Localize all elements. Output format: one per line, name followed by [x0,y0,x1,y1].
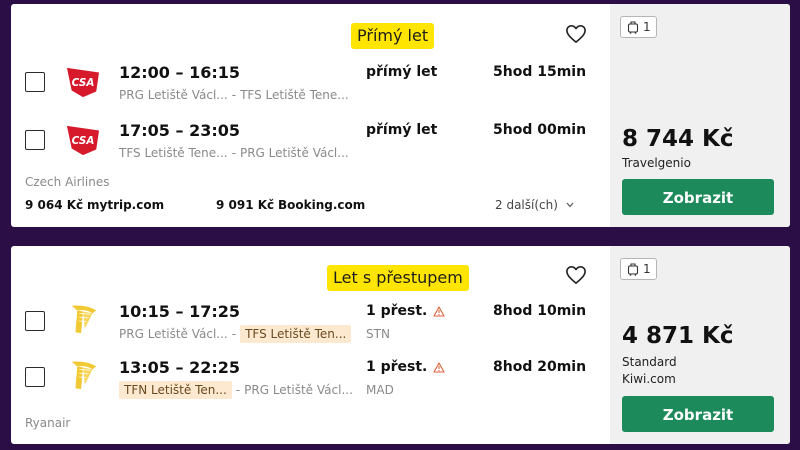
best-price: 4 871 Kč [622,323,734,349]
heart-outline-icon[interactable] [565,24,587,44]
stops-label: 1 přest. [366,359,445,375]
origin-airport: PRG Letiště Václ... [119,327,228,341]
route-separator: - [235,383,241,397]
flight-leg-return: 13:05 – 22:25 TFN Letiště Ten... - PRG L… [11,354,610,404]
flight-duration: 8hod 10min [493,303,587,319]
bag-count: 1 [643,20,651,34]
price-panel: 1 8 744 Kč Travelgenio Zobrazit [610,4,790,227]
flight-type-badge: Let s přestupem [327,265,469,291]
stops-text: přímý let [366,64,438,80]
csa-logo-icon: CSA [66,125,100,156]
flight-duration: 5hod 00min [493,122,587,138]
airline-name: Czech Airlines [25,175,110,189]
result-card-direct: Přímý let CSA 12:00 – 16:15 PRG Letiště … [11,4,790,227]
airport-route: PRG Letiště Václ... - TFS Letiště Ten... [119,325,352,343]
svg-text:CSA: CSA [72,77,95,89]
origin-airport: PRG Letiště Václ... [119,88,228,102]
flight-type-badge: Přímý let [351,23,435,49]
flight-leg-outbound: 10:15 – 17:25 PRG Letiště Václ... - TFS … [11,298,610,348]
origin-airport-highlight: TFN Letiště Ten... [119,381,232,399]
airport-route: PRG Letiště Václ... - TFS Letiště Tene..… [119,88,349,102]
airport-route: TFN Letiště Ten... - PRG Letiště Václ... [119,381,353,399]
warning-triangle-icon [433,305,445,317]
origin-airport: TFS Letiště Tene... [119,146,228,160]
stops-label: přímý let [366,122,437,138]
flight-leg-return: CSA 17:05 – 23:05 TFS Letiště Tene... - … [11,117,610,167]
alt-offer-1[interactable]: 9 064 Kč mytrip.com [25,198,164,212]
best-price: 8 744 Kč [622,126,734,152]
destination-airport: TFS Letiště Tene... [240,88,349,102]
route-separator: - [231,146,236,160]
view-deal-button[interactable]: Zobrazit [622,179,774,215]
price-provider: Travelgenio [622,156,691,170]
warning-triangle-icon [433,361,445,373]
bag-count: 1 [643,262,651,276]
destination-airport-highlight: TFS Letiště Ten... [240,325,352,343]
alt-offer-site: mytrip.com [87,198,165,212]
leg-checkbox[interactable] [25,311,45,331]
price-provider-fare: Standard [622,355,677,369]
csa-logo-icon: CSA [66,67,100,98]
view-deal-button[interactable]: Zobrazit [622,396,774,432]
destination-airport: PRG Letiště Václ... [239,146,349,160]
heart-outline-icon[interactable] [565,265,587,285]
layover-airport: STN [366,327,390,341]
alt-offer-price: 9 091 Kč [216,198,275,212]
chevron-down-icon [566,202,574,208]
price-provider: Kiwi.com [622,372,676,386]
airport-route: TFS Letiště Tene... - PRG Letiště Václ..… [119,146,349,160]
cabin-bag-icon [627,263,639,276]
airline-name: Ryanair [25,416,71,430]
more-offers-toggle[interactable]: 2 další(ch) [495,198,574,212]
more-offers-label: 2 další(ch) [495,198,558,212]
leg-checkbox[interactable] [25,72,45,92]
ryanair-harp-logo-icon [71,305,97,334]
alt-offer-2[interactable]: 9 091 Kč Booking.com [216,198,365,212]
price-panel: 1 4 871 Kč Standard Kiwi.com Zobrazit [610,246,790,444]
ryanair-harp-logo-icon [71,361,97,390]
stops-label: 1 přest. [366,303,445,319]
flight-times: 17:05 – 23:05 [119,121,240,140]
route-separator: - [231,88,237,102]
flight-duration: 8hod 20min [493,359,587,375]
flight-duration: 5hod 15min [493,64,587,80]
flight-times: 12:00 – 16:15 [119,63,240,82]
flight-times: 13:05 – 22:25 [119,358,240,377]
stops-label: přímý let [366,64,437,80]
flight-times: 10:15 – 17:25 [119,302,240,321]
destination-airport: PRG Letiště Václ... [244,383,353,397]
stops-text: 1 přest. [366,303,428,319]
alt-offer-price: 9 064 Kč [25,198,84,212]
stops-text: 1 přest. [366,359,428,375]
leg-checkbox[interactable] [25,130,45,150]
route-separator: - [231,327,237,341]
alt-offer-site: Booking.com [278,198,366,212]
leg-checkbox[interactable] [25,367,45,387]
flight-leg-outbound: CSA 12:00 – 16:15 PRG Letiště Václ... - … [11,59,610,109]
result-card-main: Přímý let CSA 12:00 – 16:15 PRG Letiště … [11,4,610,227]
stops-text: přímý let [366,122,438,138]
svg-text:CSA: CSA [72,135,95,147]
result-card-connecting: Let s přestupem 10:15 – 17:25 PRG Letišt… [11,246,790,444]
result-card-main: Let s přestupem 10:15 – 17:25 PRG Letišt… [11,246,610,444]
cabin-bag-icon [627,21,639,34]
cabin-bag-badge: 1 [620,258,657,280]
cabin-bag-badge: 1 [620,16,657,38]
layover-airport: MAD [366,383,394,397]
